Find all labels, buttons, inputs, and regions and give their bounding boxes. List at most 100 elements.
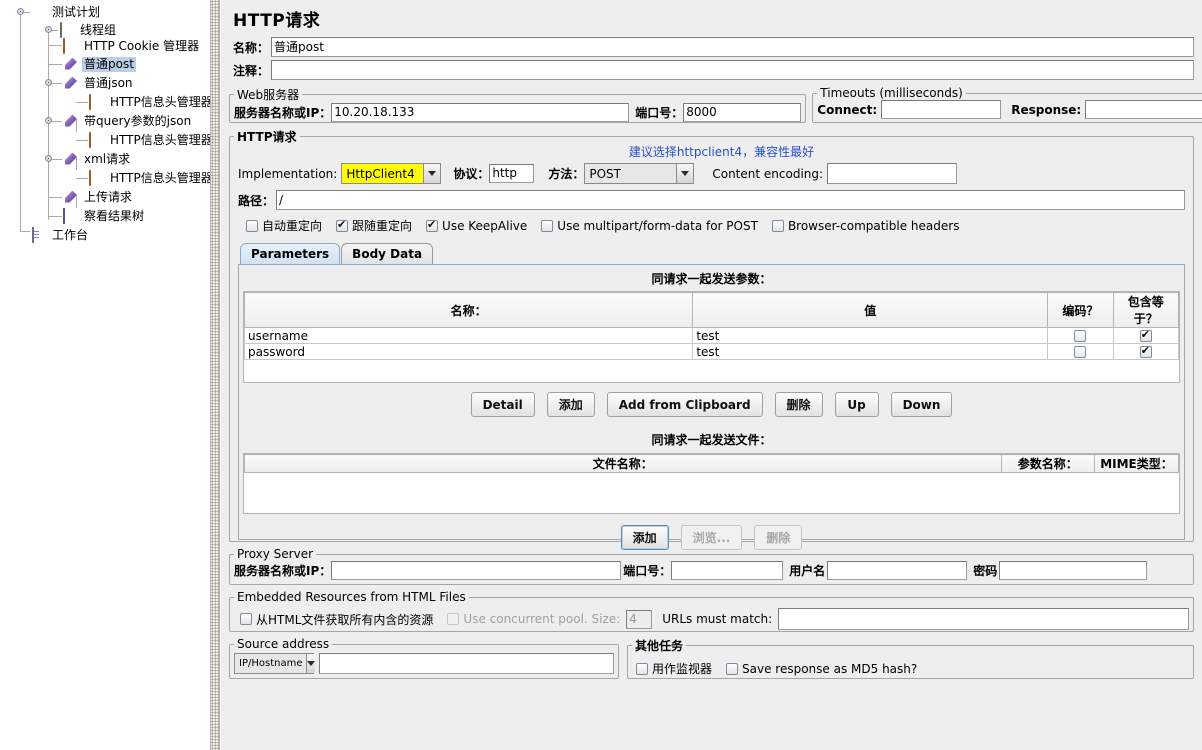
cell-param-include-equals[interactable] bbox=[1112, 327, 1180, 344]
http-sampler-icon bbox=[62, 114, 79, 130]
use-as-monitor-checkbox[interactable]: 用作监视器 bbox=[636, 660, 712, 677]
method-select[interactable]: POST bbox=[584, 163, 695, 184]
cell-param-value[interactable]: test bbox=[692, 327, 1049, 344]
move-down-button[interactable]: Down bbox=[890, 392, 953, 417]
proxy-password-input[interactable] bbox=[999, 561, 1148, 580]
cell-param-name[interactable]: username bbox=[243, 327, 694, 344]
cell-param-name[interactable]: password bbox=[243, 343, 694, 360]
tree-expand-knob[interactable] bbox=[45, 79, 52, 86]
tree-node-workbench[interactable]: 工作台 bbox=[30, 226, 90, 244]
tree-node-http-cookie-manager[interactable]: HTTP Cookie 管理器 bbox=[62, 37, 201, 55]
files-table[interactable]: 文件名称： 参数名称： MIME类型： bbox=[244, 454, 1180, 473]
cell-param-value[interactable]: test bbox=[692, 343, 1049, 360]
tree-node-thread-group[interactable]: 线程组 bbox=[58, 21, 118, 39]
checkbox-icon[interactable] bbox=[240, 613, 252, 625]
tree-node-putong-json[interactable]: 普通json bbox=[62, 75, 135, 92]
source-address-type-select[interactable]: IP/Hostname bbox=[234, 653, 316, 674]
server-host-input[interactable]: 10.20.18.133 bbox=[331, 103, 630, 122]
option-browser-compatible-headers[interactable]: Browser-compatible headers bbox=[771, 219, 959, 233]
implementation-select[interactable]: HttpClient4 bbox=[341, 163, 442, 184]
tree-node-header-manager[interactable]: HTTP信息头管理器 bbox=[88, 169, 210, 187]
checkbox-icon[interactable] bbox=[771, 219, 784, 232]
retrieve-embedded-resources-checkbox[interactable]: 从HTML文件获取所有内含的资源 bbox=[240, 611, 433, 628]
tree-node-header-manager[interactable]: HTTP信息头管理器 bbox=[88, 131, 210, 149]
col-param-encode[interactable]: 编码？ bbox=[1047, 292, 1114, 328]
option-multipart-form-data[interactable]: Use multipart/form-data for POST bbox=[541, 219, 758, 233]
test-plan-tree[interactable]: 测试计划 线程组 HTTP Cookie 管理器 普通post 普通json H… bbox=[0, 0, 210, 750]
connect-timeout-input[interactable] bbox=[881, 100, 1002, 119]
source-address-input[interactable] bbox=[319, 653, 614, 674]
path-input[interactable]: / bbox=[276, 190, 1185, 210]
detail-button[interactable]: Detail bbox=[470, 392, 535, 417]
proxy-host-input[interactable] bbox=[331, 561, 622, 580]
tree-node-upload-request[interactable]: 上传请求 bbox=[62, 189, 134, 206]
tree-line bbox=[20, 12, 21, 231]
checkbox-icon[interactable] bbox=[1139, 344, 1152, 358]
move-up-button[interactable]: Up bbox=[834, 392, 879, 417]
tree-node-xml-request[interactable]: xml请求 bbox=[62, 151, 132, 168]
add-parameter-button[interactable]: 添加 bbox=[546, 392, 595, 417]
option-use-keepalive[interactable]: Use KeepAlive bbox=[426, 218, 527, 233]
chevron-down-icon[interactable] bbox=[306, 654, 316, 673]
content-encoding-input[interactable] bbox=[827, 163, 958, 184]
web-server-group: Web服务器 服务器名称或IP： 10.20.18.133 端口号： 8000 bbox=[229, 86, 807, 123]
tree-expand-knob[interactable] bbox=[45, 117, 52, 124]
table-row[interactable]: username test bbox=[243, 327, 1180, 344]
protocol-input[interactable]: http bbox=[489, 164, 535, 183]
tree-node-label: 工作台 bbox=[52, 228, 89, 242]
cell-param-encode[interactable] bbox=[1047, 327, 1114, 344]
proxy-username-label: 用户名 bbox=[789, 564, 826, 578]
cell-param-encode[interactable] bbox=[1047, 343, 1114, 360]
save-response-md5-checkbox[interactable]: Save response as MD5 hash? bbox=[726, 662, 917, 676]
chevron-down-icon[interactable] bbox=[423, 164, 441, 183]
tree-node-label: 测试计划 bbox=[52, 5, 101, 19]
delete-parameter-button[interactable]: 删除 bbox=[774, 392, 823, 417]
checkbox-icon[interactable] bbox=[426, 218, 439, 232]
tree-node-test-plan[interactable]: 测试计划 bbox=[30, 4, 102, 21]
response-timeout-input[interactable] bbox=[1085, 100, 1202, 119]
proxy-port-input[interactable] bbox=[671, 561, 784, 580]
option-follow-redirects[interactable]: 跟随重定向 bbox=[336, 217, 412, 234]
cell-param-include-equals[interactable] bbox=[1112, 343, 1180, 360]
cookie-manager-icon bbox=[62, 37, 79, 55]
urls-must-match-input[interactable] bbox=[778, 608, 1189, 630]
header-manager-icon bbox=[88, 169, 105, 187]
tree-node-query-json[interactable]: 带query参数的json bbox=[62, 113, 193, 130]
checkbox-icon[interactable] bbox=[336, 218, 349, 232]
tab-body-data[interactable]: Body Data bbox=[341, 243, 434, 264]
tree-node-header-manager[interactable]: HTTP信息头管理器 bbox=[88, 93, 210, 111]
panel-splitter[interactable] bbox=[210, 0, 220, 750]
tree-expand-knob[interactable] bbox=[45, 155, 52, 162]
checkbox-icon[interactable] bbox=[1074, 330, 1087, 342]
checkbox-icon[interactable] bbox=[636, 662, 648, 675]
option-auto-redirect[interactable]: 自动重定向 bbox=[246, 217, 322, 234]
data-tabs[interactable]: Parameters Body Data bbox=[240, 242, 1193, 264]
tree-node-putong-post[interactable]: 普通post bbox=[62, 56, 136, 73]
server-port-input[interactable]: 8000 bbox=[683, 103, 802, 122]
tab-parameters[interactable]: Parameters bbox=[240, 243, 341, 264]
col-param-value[interactable]: 值 bbox=[692, 292, 1049, 328]
checkbox-icon[interactable] bbox=[1139, 328, 1152, 342]
col-param-include-equals[interactable]: 包含等于？ bbox=[1112, 292, 1180, 328]
comment-label: 注释： bbox=[233, 63, 270, 78]
add-from-clipboard-button[interactable]: Add from Clipboard bbox=[606, 392, 763, 417]
jmeter-window: 测试计划 线程组 HTTP Cookie 管理器 普通post 普通json H… bbox=[0, 0, 1202, 750]
col-file-name[interactable]: 文件名称： bbox=[244, 454, 1002, 473]
checkbox-icon[interactable] bbox=[726, 662, 739, 675]
tree-expand-knob[interactable] bbox=[45, 26, 52, 33]
tree-expand-knob[interactable] bbox=[17, 8, 24, 15]
checkbox-icon[interactable] bbox=[541, 219, 554, 232]
parameters-table[interactable]: 名称： 值 编码？ 包含等于？ username test ✔ password… bbox=[243, 292, 1180, 360]
checkbox-icon[interactable] bbox=[1074, 346, 1087, 358]
col-file-mime-type[interactable]: MIME类型： bbox=[1093, 454, 1180, 473]
chevron-down-icon[interactable] bbox=[676, 164, 694, 183]
proxy-username-input[interactable] bbox=[827, 561, 968, 580]
col-param-name[interactable]: 名称： bbox=[243, 292, 694, 328]
table-row[interactable]: password test bbox=[243, 343, 1180, 360]
checkbox-icon[interactable] bbox=[246, 219, 258, 232]
tree-node-view-results-tree[interactable]: 察看结果树 bbox=[62, 207, 146, 225]
name-input[interactable]: 普通post bbox=[271, 37, 1194, 57]
other-task-label: Save response as MD5 hash? bbox=[742, 661, 918, 676]
comment-input[interactable] bbox=[271, 60, 1194, 80]
col-file-param-name[interactable]: 参数名称： bbox=[1000, 454, 1095, 473]
